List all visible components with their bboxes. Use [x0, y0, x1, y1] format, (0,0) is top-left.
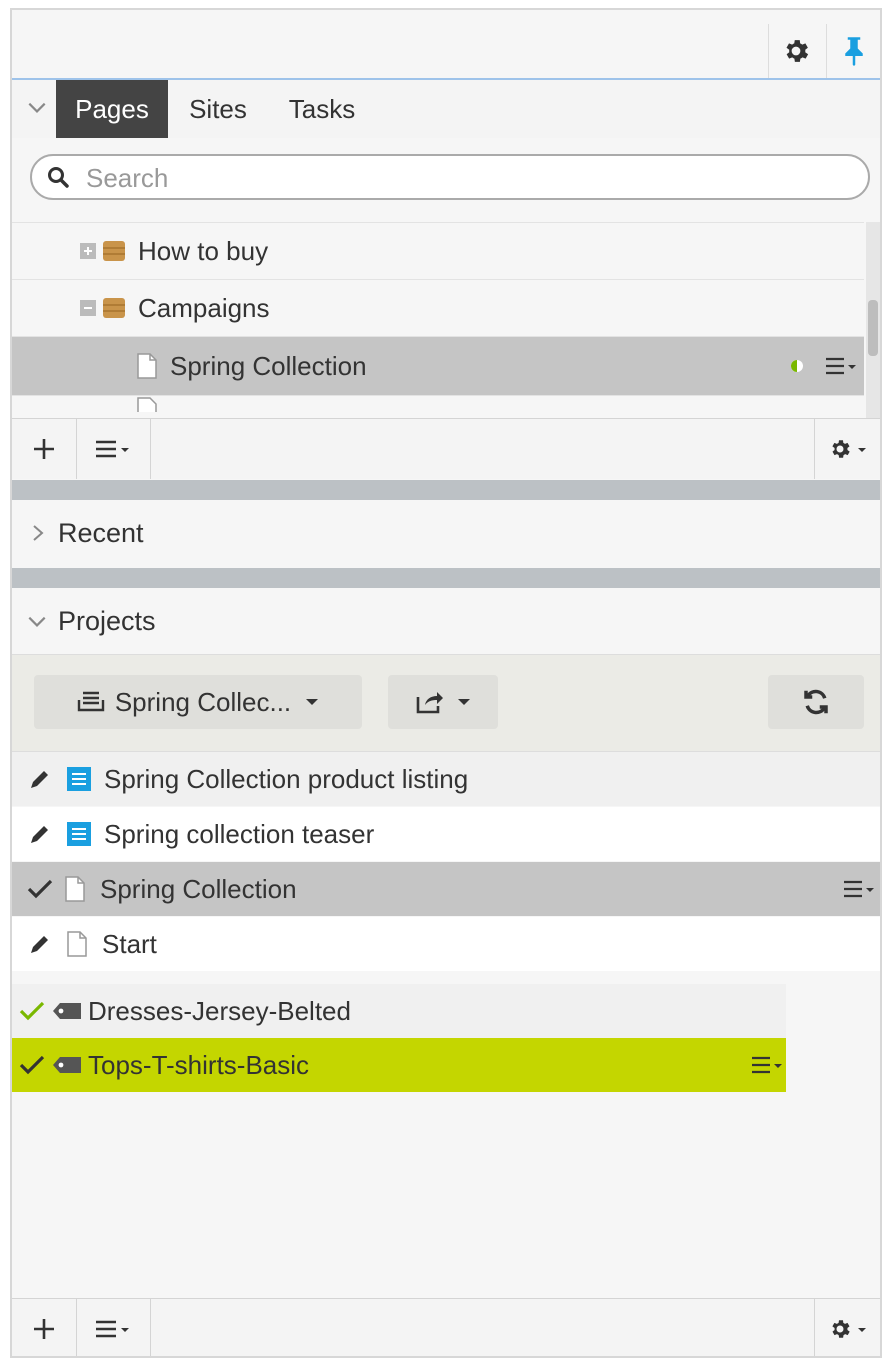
- pages-toolbar: [12, 418, 880, 479]
- page-icon: [136, 353, 158, 379]
- project-selector[interactable]: Spring Collec...: [34, 675, 362, 729]
- projects-label: Projects: [58, 605, 156, 636]
- project-item-label: Dresses-Jersey-Belted: [88, 995, 351, 1026]
- add-button[interactable]: [12, 419, 77, 479]
- caret-down-icon: [458, 699, 470, 705]
- collapse-minus-icon[interactable]: [80, 300, 96, 316]
- projects-section-header[interactable]: Projects: [12, 588, 880, 654]
- pane-toolbar: [12, 10, 880, 80]
- project-item-label: Spring Collection: [100, 873, 297, 904]
- tab-tasks[interactable]: Tasks: [274, 80, 370, 138]
- list-menu-icon: [96, 440, 129, 458]
- tag-icon: [53, 1057, 81, 1073]
- project-share-button[interactable]: [388, 675, 498, 729]
- chevron-right-icon: [33, 525, 44, 541]
- add-button[interactable]: [12, 1299, 77, 1356]
- project-item-label: Spring collection teaser: [104, 818, 375, 849]
- block-icon: [67, 767, 91, 791]
- project-item-label: Spring Collection product listing: [104, 763, 469, 794]
- plus-icon: [34, 1319, 54, 1339]
- page-tree: How to buy Campaigns Spring Collection: [12, 222, 864, 412]
- gear-dropdown-icon: [832, 1320, 866, 1338]
- project-item-label: Tops-T-shirts-Basic: [88, 1049, 310, 1080]
- project-item-selected[interactable]: Spring Collection: [12, 862, 880, 916]
- pencil-icon: [31, 771, 48, 788]
- block-icon: [67, 822, 91, 846]
- gear-dropdown-icon: [832, 440, 866, 458]
- pencil-icon: [31, 936, 48, 953]
- search-input[interactable]: [84, 160, 848, 196]
- tree-scrollbar-thumb[interactable]: [868, 300, 878, 356]
- caret-down-icon: [306, 699, 319, 705]
- folder-icon: [102, 296, 126, 320]
- context-menu-icon[interactable]: [824, 356, 858, 376]
- plus-icon: [34, 439, 54, 459]
- projects-settings-button[interactable]: [814, 1299, 880, 1356]
- list-menu-button[interactable]: [76, 419, 151, 479]
- projects-bottom-toolbar: [12, 1298, 880, 1356]
- navigation-pane: Pages Sites Tasks How to buy Campaigns: [10, 8, 882, 1358]
- check-icon: [27, 879, 53, 899]
- tree-node-spring-collection[interactable]: Spring Collection: [12, 336, 864, 395]
- page-icon: [65, 876, 85, 902]
- project-selector-label: Spring Collec...: [114, 686, 292, 717]
- page-icon: [67, 931, 87, 957]
- pin-icon: [845, 37, 863, 66]
- pencil-icon: [31, 826, 48, 843]
- section-divider[interactable]: [12, 480, 880, 500]
- tree-node-campaigns[interactable]: Campaigns: [12, 279, 864, 336]
- tab-bar: Pages Sites Tasks: [12, 80, 880, 138]
- context-menu-icon[interactable]: [750, 1055, 784, 1075]
- pin-button[interactable]: [826, 24, 880, 78]
- tree-node-label: Campaigns: [138, 292, 270, 323]
- section-divider[interactable]: [12, 568, 880, 588]
- project-item-label: Start: [102, 928, 157, 959]
- recent-label: Recent: [58, 517, 144, 548]
- list-menu-button[interactable]: [76, 1299, 151, 1356]
- tree-node-label: Spring Collection: [170, 350, 367, 381]
- tab-pages[interactable]: Pages: [56, 80, 168, 138]
- check-green-icon: [19, 1001, 45, 1021]
- status-half-circle-icon: [790, 359, 804, 373]
- expand-plus-icon[interactable]: [80, 243, 96, 259]
- folder-icon: [102, 239, 126, 263]
- recent-section-header[interactable]: Recent: [12, 500, 880, 566]
- collapse-chevron-icon[interactable]: [26, 96, 48, 123]
- share-icon: [416, 692, 443, 714]
- gear-icon: [786, 40, 809, 62]
- context-menu-icon[interactable]: [842, 879, 876, 899]
- projects-toolbar: Spring Collec...: [12, 654, 880, 753]
- tree-node-how-to-buy[interactable]: How to buy: [12, 222, 864, 279]
- refresh-button[interactable]: [768, 675, 864, 729]
- list-menu-icon: [96, 1320, 129, 1338]
- tree-node-label: How to buy: [138, 235, 269, 266]
- refresh-icon: [804, 689, 828, 715]
- tree-node-partial: [12, 395, 864, 412]
- chevron-down-icon: [28, 616, 46, 627]
- check-icon: [19, 1055, 45, 1075]
- project-item[interactable]: Spring Collection product listing: [12, 752, 880, 806]
- tab-sites[interactable]: Sites: [178, 80, 258, 138]
- project-item[interactable]: Start: [12, 917, 880, 971]
- settings-button[interactable]: [768, 24, 823, 78]
- search-icon: [48, 167, 69, 188]
- tag-icon: [53, 1003, 81, 1019]
- project-stack-icon: [77, 691, 105, 712]
- pages-settings-button[interactable]: [814, 419, 880, 479]
- project-item[interactable]: Spring collection teaser: [12, 807, 880, 861]
- project-item[interactable]: Dresses-Jersey-Belted: [12, 984, 786, 1038]
- page-icon: [136, 397, 158, 412]
- project-item-highlighted[interactable]: Tops-T-shirts-Basic: [12, 1038, 786, 1092]
- search-box: [30, 154, 870, 200]
